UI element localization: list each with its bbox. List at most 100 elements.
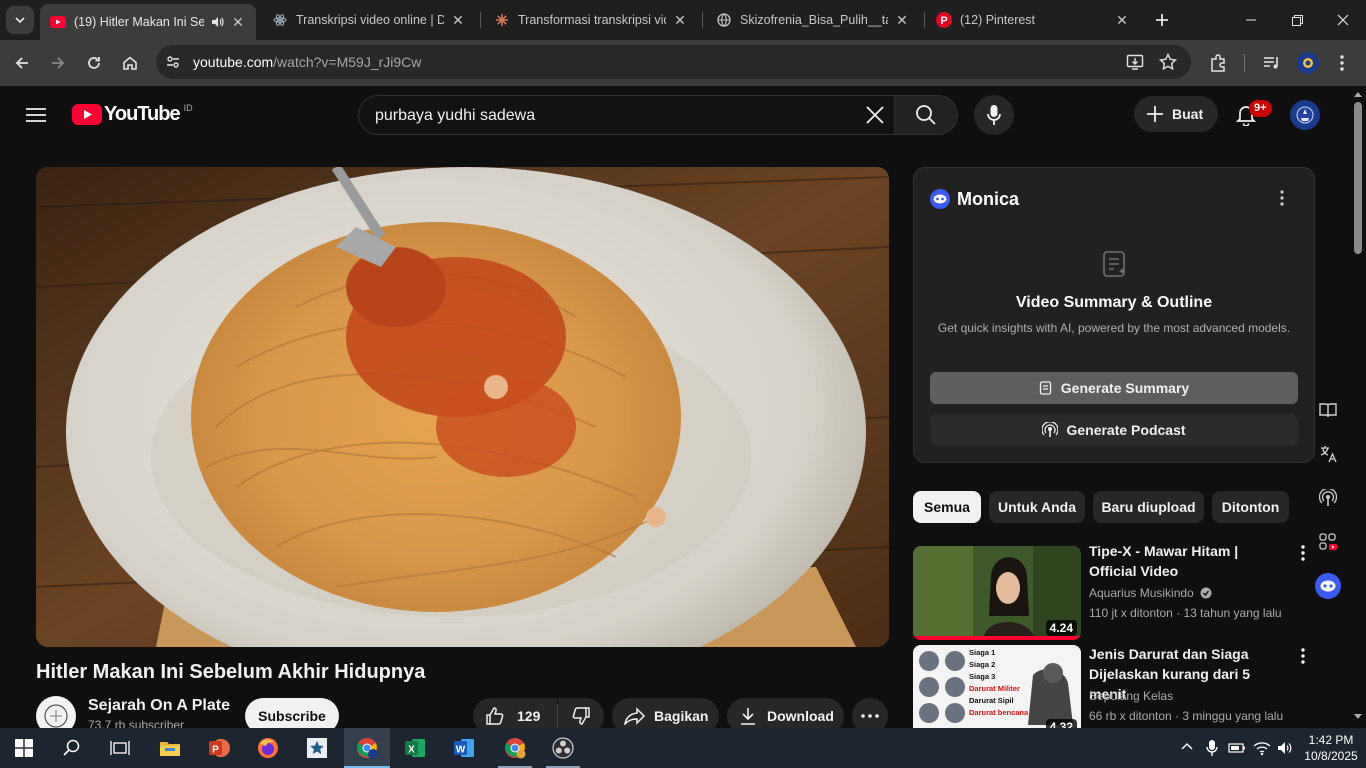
tab-transformasi[interactable]: Transformasi transkripsi video ✕ xyxy=(484,4,698,36)
search-button[interactable] xyxy=(894,95,958,135)
rail-apps-button[interactable] xyxy=(1308,522,1348,562)
clear-search-button[interactable] xyxy=(864,104,886,126)
search-input[interactable]: purbaya yudhi sadewa xyxy=(358,95,895,135)
account-avatar[interactable] xyxy=(1290,100,1320,130)
recommendation-thumbnail[interactable]: Siaga 1 Siaga 2 Siaga 3 Darurat Militer … xyxy=(913,645,1081,739)
tray-microphone-icon[interactable] xyxy=(1206,739,1218,757)
task-view-icon xyxy=(110,741,130,755)
rail-podcast-button[interactable] xyxy=(1308,478,1348,518)
tray-volume-icon[interactable] xyxy=(1276,740,1294,756)
taskbar-file-explorer[interactable] xyxy=(148,728,192,768)
taskbar-pinned-app[interactable] xyxy=(295,728,339,768)
video-duration: 4.24 xyxy=(1045,620,1077,636)
browser-menu-button[interactable] xyxy=(1334,53,1350,73)
rail-monica-button[interactable] xyxy=(1308,566,1348,606)
forward-button[interactable] xyxy=(44,49,72,77)
minimize-button[interactable] xyxy=(1228,0,1274,40)
media-controls-icon[interactable] xyxy=(1262,53,1282,73)
tab-descript[interactable]: Transkripsi video online | Descript ✕ xyxy=(262,4,476,36)
rail-translate-button[interactable] xyxy=(1308,434,1348,474)
task-view-button[interactable] xyxy=(98,728,142,768)
youtube-logo[interactable]: YouTube ID xyxy=(72,103,193,126)
start-button[interactable] xyxy=(2,728,46,768)
chevron-down-icon xyxy=(15,17,25,24)
generate-summary-button[interactable]: Generate Summary xyxy=(930,372,1298,404)
scroll-down-arrow[interactable] xyxy=(1354,714,1362,719)
tab-separator xyxy=(480,12,481,28)
apps-grid-icon xyxy=(1319,533,1337,550)
tray-network-icon[interactable] xyxy=(1253,740,1271,756)
video-player[interactable] xyxy=(36,167,889,647)
tab-skizofrenia[interactable]: Skizofrenia_Bisa_Pulih__tapi_ ✕ xyxy=(706,4,920,36)
taskbar-chrome-active[interactable] xyxy=(344,728,390,768)
home-button[interactable] xyxy=(116,49,144,77)
tab-close-icon[interactable]: ✕ xyxy=(894,12,910,28)
bookmark-star-icon[interactable] xyxy=(1159,53,1177,71)
recommendation-thumbnail[interactable]: 4.24 xyxy=(913,546,1081,640)
chip-ditonton[interactable]: Ditonton xyxy=(1212,491,1289,523)
close-window-button[interactable] xyxy=(1320,0,1366,40)
kebab-menu-icon xyxy=(1340,55,1344,71)
taskbar-clock[interactable]: 1:42 PM 10/8/2025 xyxy=(1300,732,1362,764)
monica-title: Monica xyxy=(957,189,1020,209)
taskbar-excel[interactable]: X xyxy=(393,728,437,768)
tab-search-button[interactable] xyxy=(6,6,34,34)
recommendation-channel[interactable]: Sepulang Kelas xyxy=(1089,689,1173,703)
scrollbar-thumb[interactable] xyxy=(1354,102,1362,254)
extensions-icon[interactable] xyxy=(1208,53,1228,73)
recommendation-menu-button[interactable] xyxy=(1301,648,1313,666)
channel-name[interactable]: Sejarah On A Plate xyxy=(88,697,230,715)
taskbar-word[interactable]: W xyxy=(442,728,486,768)
recommendation-meta: 66 rb x ditonton · 3 minggu yang lalu xyxy=(1089,709,1284,723)
minimize-icon xyxy=(1246,19,1256,21)
site-info-icon[interactable] xyxy=(164,53,182,71)
taskbar-powerpoint[interactable]: P xyxy=(197,728,241,768)
install-app-icon[interactable] xyxy=(1126,53,1144,71)
excel-icon: X xyxy=(405,739,425,757)
address-bar[interactable]: youtube.com/watch?v=M59J_rJi9Cw xyxy=(156,45,1191,79)
taskbar-obs[interactable] xyxy=(541,728,585,768)
tray-battery-icon[interactable] xyxy=(1228,741,1246,755)
restore-button[interactable] xyxy=(1274,0,1320,40)
hamburger-icon xyxy=(26,108,46,122)
like-count: 129 xyxy=(517,708,541,724)
new-tab-button[interactable] xyxy=(1148,6,1176,34)
create-button[interactable]: Buat xyxy=(1134,96,1218,132)
translate-icon xyxy=(1320,446,1337,463)
reload-button[interactable] xyxy=(80,49,108,77)
tab-close-icon[interactable]: ✕ xyxy=(1114,12,1130,28)
recommendation-title[interactable]: Tipe-X - Mawar Hitam | Official Video xyxy=(1089,541,1289,581)
speaker-icon[interactable] xyxy=(210,15,224,29)
taskbar-firefox[interactable] xyxy=(246,728,290,768)
tab-close-icon[interactable]: ✕ xyxy=(230,14,246,30)
chip-semua[interactable]: Semua xyxy=(913,491,981,523)
reload-icon xyxy=(88,57,100,69)
recommendation-channel[interactable]: Aquarius Musikindo xyxy=(1089,586,1212,600)
taskbar-search-button[interactable] xyxy=(50,728,94,768)
profile-avatar[interactable] xyxy=(1297,52,1319,74)
monica-menu-button[interactable] xyxy=(1280,190,1288,208)
book-open-icon xyxy=(1319,403,1337,418)
podcast-icon xyxy=(1042,422,1059,437)
rail-reader-button[interactable] xyxy=(1308,390,1348,430)
svg-text:P: P xyxy=(940,15,947,27)
tab-close-icon[interactable]: ✕ xyxy=(672,12,688,28)
taskbar-chrome-profile[interactable] xyxy=(492,728,538,768)
page-scrollbar[interactable] xyxy=(1350,86,1366,728)
tab-youtube[interactable]: (19) Hitler Makan Ini Sebelum Akhir Hidu… xyxy=(40,4,256,40)
chip-untuk-anda[interactable]: Untuk Anda xyxy=(989,491,1085,523)
tab-pinterest[interactable]: P (12) Pinterest ✕ xyxy=(926,4,1140,36)
watch-progress-bar xyxy=(913,636,1081,640)
scroll-up-arrow[interactable] xyxy=(1354,92,1362,97)
guide-menu-button[interactable] xyxy=(20,99,52,131)
tab-close-icon[interactable]: ✕ xyxy=(450,12,466,28)
obs-icon xyxy=(552,737,574,759)
summary-icon xyxy=(1039,381,1051,395)
back-button[interactable] xyxy=(8,49,36,77)
voice-search-button[interactable] xyxy=(974,95,1014,135)
powerpoint-icon: P xyxy=(209,739,230,757)
show-hidden-icons-button[interactable] xyxy=(1180,740,1194,754)
generate-podcast-button[interactable]: Generate Podcast xyxy=(930,414,1298,446)
chip-baru-diupload[interactable]: Baru diupload xyxy=(1093,491,1204,523)
verified-icon xyxy=(1200,587,1212,599)
